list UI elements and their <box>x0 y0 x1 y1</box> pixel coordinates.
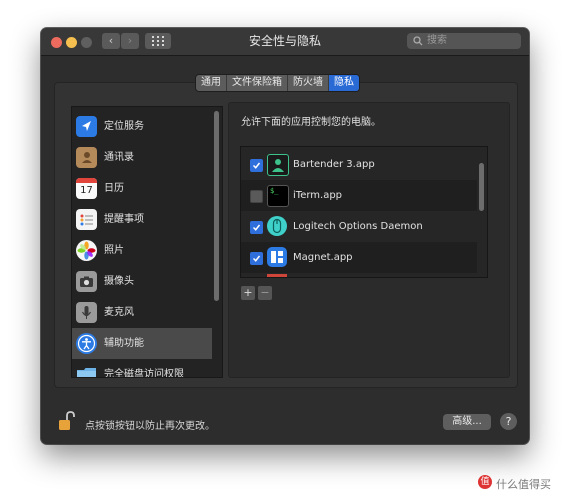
back-button[interactable]: ‹ <box>102 33 120 49</box>
sidebar-item-label: 辅助功能 <box>104 338 144 349</box>
sidebar-item-label: 日历 <box>104 183 124 194</box>
app-name: Magnet.app <box>293 252 353 263</box>
chevron-right-icon: › <box>127 34 133 47</box>
app-checkbox-iterm[interactable] <box>250 190 263 203</box>
tab-filevault[interactable]: 文件保险箱 <box>227 75 288 91</box>
sidebar-item-accessibility[interactable]: 辅助功能 <box>72 328 212 359</box>
watermark-text: 什么值得买 <box>496 478 551 491</box>
tab-firewall[interactable]: 防火墙 <box>288 75 329 91</box>
sidebar-item-label: 照片 <box>104 245 124 256</box>
show-all-button[interactable] <box>145 33 171 49</box>
grid-icon <box>152 36 164 46</box>
lock-icon[interactable] <box>58 411 76 435</box>
terminal-prompt: $_ <box>270 187 279 195</box>
app-checkbox-bartender[interactable] <box>250 159 263 172</box>
app-row-logitech[interactable]: Logitech Options Daemon <box>241 211 477 242</box>
sidebar-item-label: 麦克风 <box>104 307 134 318</box>
checkmark-icon <box>252 162 261 169</box>
magnet-grid-icon <box>267 247 287 267</box>
checkmark-icon <box>252 255 261 262</box>
lock-instruction: 点按锁按钮以防止再次更改。 <box>85 421 215 432</box>
close-window-button[interactable] <box>51 37 62 48</box>
sidebar-item-label: 定位服务 <box>104 121 144 132</box>
allow-description: 允许下面的应用控制您的电脑。 <box>241 117 381 128</box>
search-icon <box>413 36 423 46</box>
sidebar-item-label: 提醒事项 <box>104 214 144 225</box>
app-row-magnet[interactable]: Magnet.app <box>241 242 477 273</box>
sidebar-item-label: 完全磁盘访问权限 <box>104 369 184 378</box>
reminders-icon <box>76 209 97 230</box>
calendar-day: 17 <box>80 185 93 196</box>
zoom-window-button[interactable] <box>81 37 92 48</box>
preferences-window: ‹ › 安全性与隐私 搜索 通用 文件保险箱 防火墙 隐私 定位服务 通讯录 1… <box>41 28 529 444</box>
sidebar-item-microphone[interactable]: 麦克风 <box>72 297 212 328</box>
photos-icon <box>76 240 97 261</box>
logitech-mouse-icon <box>267 216 287 236</box>
app-list: Bartender 3.app $_ iTerm.app Logitech Op… <box>240 146 488 278</box>
sidebar-item-camera[interactable]: 摄像头 <box>72 266 212 297</box>
checkmark-icon <box>252 224 261 231</box>
app-checkbox-logitech[interactable] <box>250 221 263 234</box>
sidebar-item-contacts[interactable]: 通讯录 <box>72 142 212 173</box>
help-button[interactable]: ? <box>500 413 517 430</box>
bartender-icon <box>267 154 289 176</box>
accessibility-icon <box>76 333 97 354</box>
sidebar-item-full-disk-access[interactable]: 完全磁盘访问权限 <box>72 359 212 378</box>
privacy-category-list: 定位服务 通讯录 17 日历 提醒事项 照片 摄像头 麦克风 辅助功能 完全磁盘… <box>71 106 223 378</box>
camera-icon <box>76 271 97 292</box>
contacts-book-icon <box>76 147 97 168</box>
app-name: Bartender 3.app <box>293 159 375 170</box>
folder-icon <box>76 364 97 377</box>
app-row-bartender[interactable]: Bartender 3.app <box>241 149 477 180</box>
sidebar-item-label: 通讯录 <box>104 152 134 163</box>
microphone-icon <box>76 302 97 323</box>
add-app-button[interactable]: + <box>241 286 255 300</box>
watermark-logo-icon: 值 <box>478 475 492 489</box>
search-field[interactable]: 搜索 <box>407 33 521 49</box>
sidebar-item-reminders[interactable]: 提醒事项 <box>72 204 212 235</box>
app-name: Logitech Options Daemon <box>293 221 423 232</box>
minimize-window-button[interactable] <box>66 37 77 48</box>
app-row-iterm[interactable]: $_ iTerm.app <box>241 180 477 211</box>
advanced-button[interactable]: 高级... <box>443 414 491 430</box>
remove-app-button[interactable]: − <box>258 286 272 300</box>
terminal-icon: $_ <box>267 185 289 207</box>
search-placeholder: 搜索 <box>427 35 447 46</box>
sidebar-item-calendar[interactable]: 17 日历 <box>72 173 212 204</box>
sidebar-item-label: 摄像头 <box>104 276 134 287</box>
sidebar-item-location-services[interactable]: 定位服务 <box>72 111 212 142</box>
tab-bar: 通用 文件保险箱 防火墙 隐私 <box>195 74 360 92</box>
forward-button[interactable]: › <box>121 33 139 49</box>
app-name: iTerm.app <box>293 190 343 201</box>
location-arrow-icon <box>76 116 97 137</box>
tab-general[interactable]: 通用 <box>196 75 227 91</box>
tab-privacy[interactable]: 隐私 <box>329 75 359 91</box>
app-checkbox-magnet[interactable] <box>250 252 263 265</box>
chevron-left-icon: ‹ <box>108 34 114 47</box>
title-bar: ‹ › 安全性与隐私 搜索 <box>41 28 529 56</box>
app-list-scrollbar[interactable] <box>479 163 484 211</box>
next-app-icon-partial <box>267 274 287 277</box>
calendar-icon: 17 <box>76 178 97 199</box>
sidebar-scrollbar[interactable] <box>214 111 219 301</box>
sidebar-item-photos[interactable]: 照片 <box>72 235 212 266</box>
